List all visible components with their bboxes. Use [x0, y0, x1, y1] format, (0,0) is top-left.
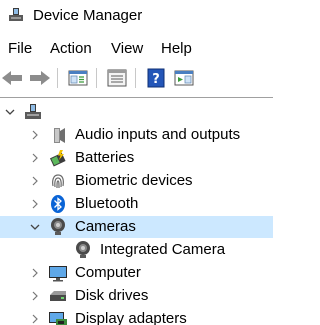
tree-node-display-adapters[interactable]: Display adapters [0, 308, 273, 325]
chevron-right-icon[interactable] [29, 151, 41, 165]
tree-node-label: Computer [75, 264, 141, 281]
chevron-right-icon[interactable] [29, 197, 41, 211]
action-pane-icon[interactable] [172, 66, 196, 90]
window-title: Device Manager [33, 7, 143, 24]
tree-node-label: Bluetooth [75, 195, 139, 212]
tree-node-label: Biometric devices [75, 172, 193, 189]
tree-node-label: Display adapters [75, 310, 187, 325]
back-arrow-icon[interactable] [0, 66, 24, 90]
menu-action[interactable]: Action [48, 38, 94, 60]
toolbar-divider [0, 97, 273, 98]
tree-node-label: Cameras [75, 218, 136, 235]
tree-node-cameras[interactable]: Cameras [0, 216, 273, 238]
tree-node-disk-drives[interactable]: Disk drives [0, 285, 273, 307]
toolbar: ? [0, 63, 273, 93]
toolbar-separator [96, 68, 97, 88]
console-tree-icon[interactable] [66, 66, 90, 90]
menu-help[interactable]: Help [159, 38, 194, 60]
tree-node-batteries[interactable]: Batteries [0, 147, 273, 169]
chevron-right-icon[interactable] [29, 289, 41, 303]
toolbar-separator [135, 68, 136, 88]
tree-root[interactable] [0, 101, 273, 123]
properties-icon[interactable] [105, 66, 129, 90]
title-bar: Device Manager [0, 0, 273, 32]
speaker-icon [48, 125, 68, 145]
tree-node-biometric[interactable]: Biometric devices [0, 170, 273, 192]
tree-node-label: Integrated Camera [100, 241, 226, 258]
device-manager-app-icon [7, 6, 25, 24]
fingerprint-icon [48, 171, 68, 191]
computer-icon [23, 102, 43, 122]
bluetooth-icon [48, 194, 68, 214]
tree-node-integrated-camera[interactable]: Integrated Camera [0, 239, 273, 261]
chevron-right-icon[interactable] [29, 174, 41, 188]
menu-file[interactable]: File [6, 38, 34, 60]
chevron-right-icon[interactable] [29, 266, 41, 280]
chevron-down-icon[interactable] [29, 220, 41, 234]
tree-node-bluetooth[interactable]: Bluetooth [0, 193, 273, 215]
disk-drive-icon [48, 286, 68, 306]
chevron-right-icon[interactable] [29, 312, 41, 325]
battery-icon [48, 148, 68, 168]
tree-node-audio[interactable]: Audio inputs and outputs [0, 124, 273, 146]
monitor-icon [48, 263, 68, 283]
menu-bar: File Action View Help [0, 38, 273, 60]
tree-node-label: Audio inputs and outputs [75, 126, 241, 143]
camera-icon [48, 217, 68, 237]
svg-text:?: ? [152, 72, 160, 87]
tree-node-label: Batteries [75, 149, 135, 166]
chevron-down-icon[interactable] [4, 105, 16, 119]
chevron-right-icon[interactable] [29, 128, 41, 142]
camera-icon [73, 240, 93, 260]
tree-node-computer[interactable]: Computer [0, 262, 273, 284]
help-icon[interactable]: ? [144, 66, 168, 90]
menu-view[interactable]: View [109, 38, 145, 60]
display-adapter-icon [48, 309, 68, 325]
toolbar-separator [57, 68, 58, 88]
forward-arrow-icon[interactable] [28, 66, 52, 90]
tree-node-label: Disk drives [75, 287, 149, 304]
